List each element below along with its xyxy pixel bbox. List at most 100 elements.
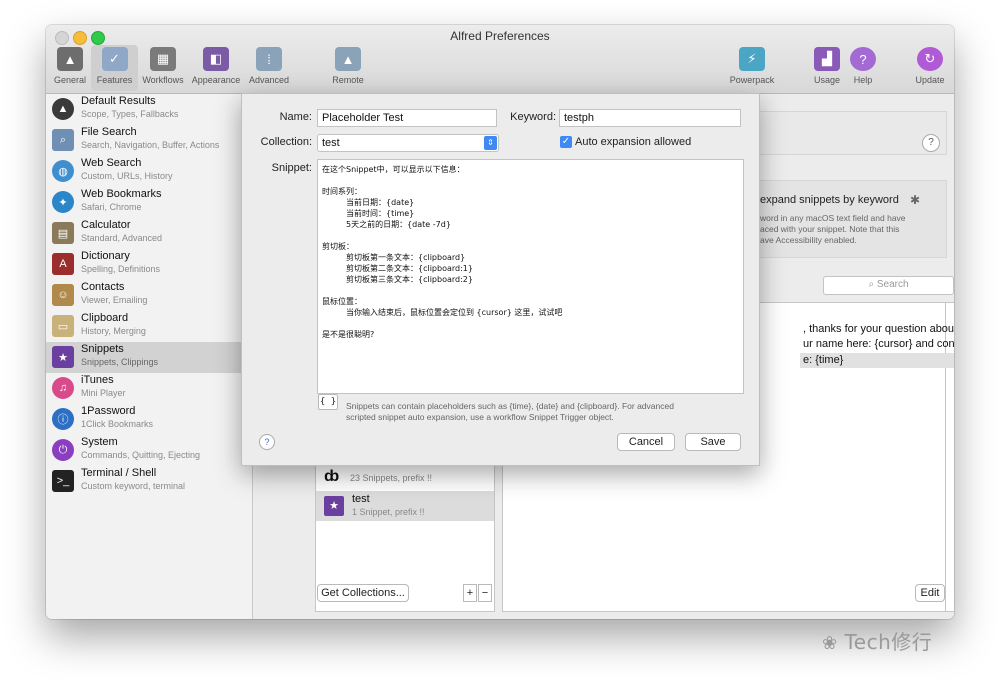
chevron-updown-icon: ⇕ (484, 136, 497, 150)
sheet-help-button[interactable]: ? (259, 434, 275, 450)
sidebar-item-dictionary[interactable]: A Dictionary Spelling, Definitions (46, 249, 252, 280)
snippet-line: 剪切板第二条文本：{clipboard:1} (346, 264, 473, 273)
tab-update[interactable]: ↻ Update (910, 45, 950, 91)
clipboard-icon: ▭ (52, 315, 74, 337)
list-item[interactable]: ★ test 1 Snippet, prefix !! (316, 491, 494, 521)
sidebar-item-subtitle: Spelling, Definitions (81, 264, 161, 274)
tab-general[interactable]: ▲ General (49, 45, 91, 91)
snippet-line: 时间系列： (322, 187, 362, 196)
promo-title: expand snippets by keyword (760, 194, 899, 206)
sidebar-item-itunes[interactable]: ♫ iTunes Mini Player (46, 373, 252, 404)
table-row[interactable]: e: {time} (803, 354, 843, 366)
sidebar-item-subtitle: Safari, Chrome (81, 202, 142, 212)
gear-icon[interactable]: ✱ (910, 193, 920, 207)
tab-features[interactable]: ✓ Features (91, 45, 138, 91)
sidebar-item-subtitle: Standard, Advanced (81, 233, 163, 243)
keyword-label: Keyword: (510, 111, 556, 123)
auto-expansion-checkbox[interactable]: ✓ (560, 136, 572, 148)
search-placeholder: Search (876, 279, 909, 290)
sidebar-item-subtitle: Custom, URLs, History (81, 171, 173, 181)
sidebar-item-title: System (81, 436, 118, 448)
sidebar-item-snippets[interactable]: ★ Snippets Snippets, Clippings (46, 342, 252, 373)
tab-powerpack[interactable]: ⚡ Powerpack (726, 45, 778, 91)
keyword-field[interactable]: testph (559, 109, 741, 127)
magnifier-icon: ⌕ (52, 129, 74, 151)
sidebar-item-contacts[interactable]: ☺ Contacts Viewer, Emailing (46, 280, 252, 311)
features-sidebar: ▲ Default Results Scope, Types, Fallback… (46, 94, 253, 619)
sidebar-item-title: Dictionary (81, 250, 130, 262)
sidebar-item-subtitle: Scope, Types, Fallbacks (81, 109, 179, 119)
sidebar-item-web-search[interactable]: ◍ Web Search Custom, URLs, History (46, 156, 252, 187)
tab-label: Usage (813, 75, 840, 85)
snippet-label: Snippet: (271, 162, 312, 174)
insert-placeholder-button[interactable]: { } (318, 394, 338, 410)
workflow-grid-icon: ▦ (150, 47, 176, 71)
promo-text-line: aced with your snippet. Note that this (760, 224, 900, 234)
sidebar-item-default-results[interactable]: ▲ Default Results Scope, Types, Fallback… (46, 94, 252, 125)
get-collections-button[interactable]: Get Collections... (317, 584, 409, 602)
collection-label: Collection: (260, 136, 312, 148)
snippet-line: 鼠标位置： (322, 297, 362, 306)
table-row[interactable]: ur name here: {cursor} and config... (803, 338, 954, 350)
sidebar-item-clipboard[interactable]: ▭ Clipboard History, Merging (46, 311, 252, 342)
sidebar-item-title: Clipboard (81, 312, 129, 324)
sidebar-item-title: Web Bookmarks (81, 188, 162, 200)
tab-advanced[interactable]: ⁞ Advanced (244, 45, 294, 91)
collection-select[interactable]: test ⇕ (317, 134, 499, 152)
sidebar-item-title: iTunes (81, 374, 114, 386)
snippet-line: 当前日期：{date} (346, 198, 415, 207)
help-button[interactable]: ? (922, 134, 940, 152)
snippets-star-icon: ★ (324, 496, 344, 516)
edit-snippet-sheet: Name: Placeholder Test Keyword: testph C… (241, 93, 760, 466)
auto-expansion-label: Auto expansion allowed (575, 136, 692, 148)
save-button[interactable]: Save (685, 433, 741, 451)
tab-help[interactable]: ? Help (846, 45, 880, 91)
table-row[interactable]: , thanks for your question about {... (803, 323, 954, 335)
sidebar-item-title: Web Search (81, 157, 142, 169)
tab-label: Workflows (142, 75, 184, 85)
tab-workflows[interactable]: ▦ Workflows (138, 45, 188, 91)
tab-label: Advanced (248, 75, 290, 85)
sidebar-item-subtitle: Search, Navigation, Buffer, Actions (81, 140, 220, 150)
sidebar-item-title: Contacts (81, 281, 125, 293)
sidebar-item-web-bookmarks[interactable]: ✦ Web Bookmarks Safari, Chrome (46, 187, 252, 218)
promo-text-line: ave Accessibility enabled. (760, 235, 857, 245)
tab-label: Features (96, 75, 133, 85)
tab-label: Help (853, 75, 873, 85)
sidebar-item-system[interactable]: ⏻ System Commands, Quitting, Ejecting (46, 435, 252, 466)
cancel-button[interactable]: Cancel (617, 433, 675, 451)
collection-value: test (322, 137, 340, 149)
list-item[interactable]: ȸ 23 Snippets, prefix !! (316, 468, 494, 490)
collection-title: test (352, 493, 370, 505)
edit-button[interactable]: Edit (915, 584, 945, 602)
search-icon: ⌕ (868, 279, 875, 290)
contacts-icon: ☺ (52, 284, 74, 306)
wechat-icon: ❀ (822, 633, 838, 654)
snippets-star-icon: ★ (52, 346, 74, 368)
snippet-group-icon: ȸ (324, 468, 340, 485)
sidebar-item-subtitle: History, Merging (81, 326, 146, 336)
dictionary-icon: A (52, 253, 74, 275)
snippet-line: 当前时间：{time} (346, 209, 415, 218)
collection-subtitle: 23 Snippets, prefix !! (350, 473, 433, 483)
snippet-text-area[interactable]: 在这个Snippet中，可以显示以下信息： 时间系列： 当前日期：{date} … (317, 159, 744, 394)
sidebar-item-1password[interactable]: ⓘ 1Password 1Click Bookmarks (46, 404, 252, 435)
sidebar-item-terminal[interactable]: >_ Terminal / Shell Custom keyword, term… (46, 466, 252, 497)
add-collection-button[interactable]: + (463, 584, 477, 602)
tab-usage[interactable]: ▟ Usage (808, 45, 846, 91)
sidebar-item-file-search[interactable]: ⌕ File Search Search, Navigation, Buffer… (46, 125, 252, 156)
tab-appearance[interactable]: ◧ Appearance (188, 45, 244, 91)
appearance-icon: ◧ (203, 47, 229, 71)
tab-label: General (53, 75, 87, 85)
sidebar-item-calculator[interactable]: ▤ Calculator Standard, Advanced (46, 218, 252, 249)
calculator-icon: ▤ (52, 222, 74, 244)
name-field[interactable]: Placeholder Test (317, 109, 497, 127)
terminal-icon: >_ (52, 470, 74, 492)
remove-collection-button[interactable]: − (478, 584, 492, 602)
titlebar: Alfred Preferences ▲ General ✓ Features … (46, 25, 954, 94)
search-field[interactable]: ⌕ Search (823, 276, 954, 295)
placeholder-hint: Snippets can contain placeholders such a… (346, 401, 674, 411)
tab-remote[interactable]: ▲ Remote (325, 45, 371, 91)
tab-label: Update (915, 75, 945, 85)
sidebar-item-subtitle: Snippets, Clippings (81, 357, 159, 367)
